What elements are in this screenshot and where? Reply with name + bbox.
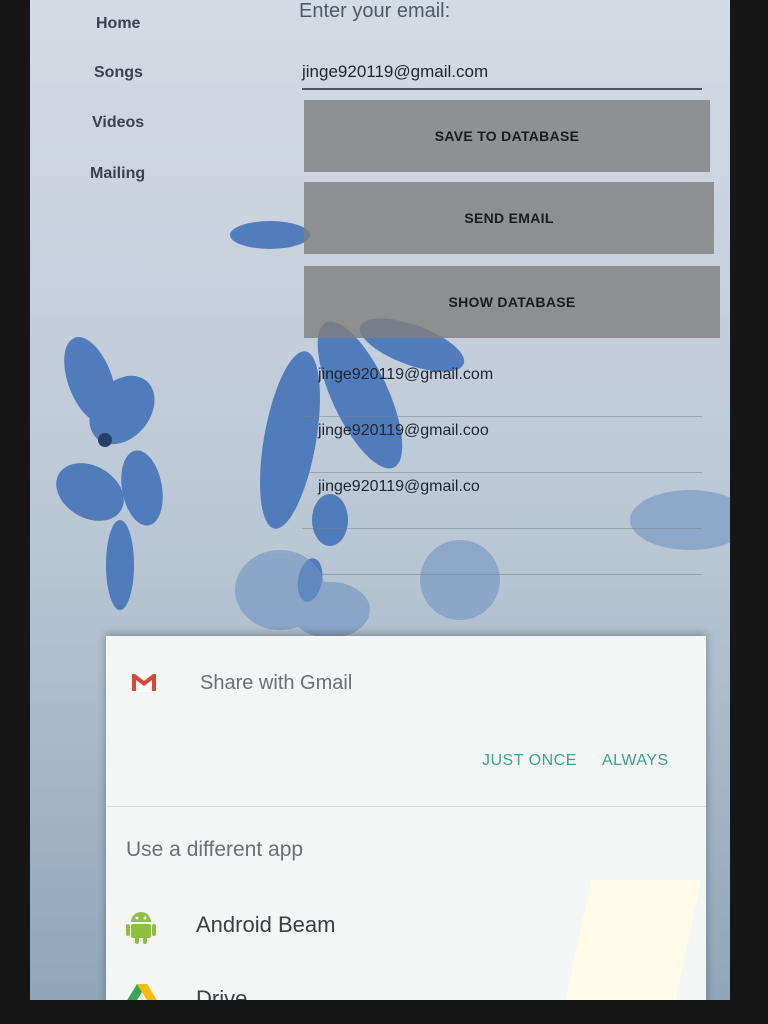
sidebar-item-songs[interactable]: Songs	[94, 64, 143, 82]
save-to-database-button[interactable]: SAVE TO DATABASE	[304, 100, 710, 172]
email-label: Enter your email:	[299, 0, 451, 22]
email-input-value: jinge920119@gmail.com	[302, 62, 489, 81]
app-label: Android Beam	[196, 912, 336, 937]
app-label: Drive	[196, 986, 248, 1000]
device-screen: Home Songs Videos Mailing Enter your ema…	[30, 0, 730, 1000]
send-email-button[interactable]: SEND EMAIL	[304, 182, 714, 254]
list-item-email: jinge920119@gmail.coo	[318, 422, 489, 439]
sidebar-item-mailing[interactable]: Mailing	[90, 165, 145, 183]
list-item-email: jinge920119@gmail.co	[318, 478, 480, 495]
sidebar-item-videos[interactable]: Videos	[92, 114, 144, 132]
list-item-email: jinge920119@gmail.com	[318, 366, 494, 383]
android-icon	[126, 910, 156, 949]
show-database-button[interactable]: SHOW DATABASE	[304, 266, 720, 338]
different-app-heading: Use a different app	[126, 838, 304, 861]
list-item[interactable]: jinge920119@gmail.coo	[302, 416, 702, 473]
divider	[106, 806, 706, 807]
list-item[interactable]: jinge920119@gmail.com	[302, 360, 702, 417]
drive-icon	[126, 984, 158, 1000]
just-once-button[interactable]: JUST ONCE	[482, 752, 577, 770]
email-input[interactable]: jinge920119@gmail.com	[302, 58, 702, 90]
sidebar-item-home[interactable]: Home	[96, 15, 140, 33]
share-sheet-title: Share with Gmail	[200, 672, 353, 694]
gmail-icon	[130, 672, 158, 697]
list-item[interactable]: jinge920119@gmail.co	[302, 472, 702, 529]
list-divider-row	[302, 528, 702, 575]
always-button[interactable]: ALWAYS	[602, 752, 669, 770]
